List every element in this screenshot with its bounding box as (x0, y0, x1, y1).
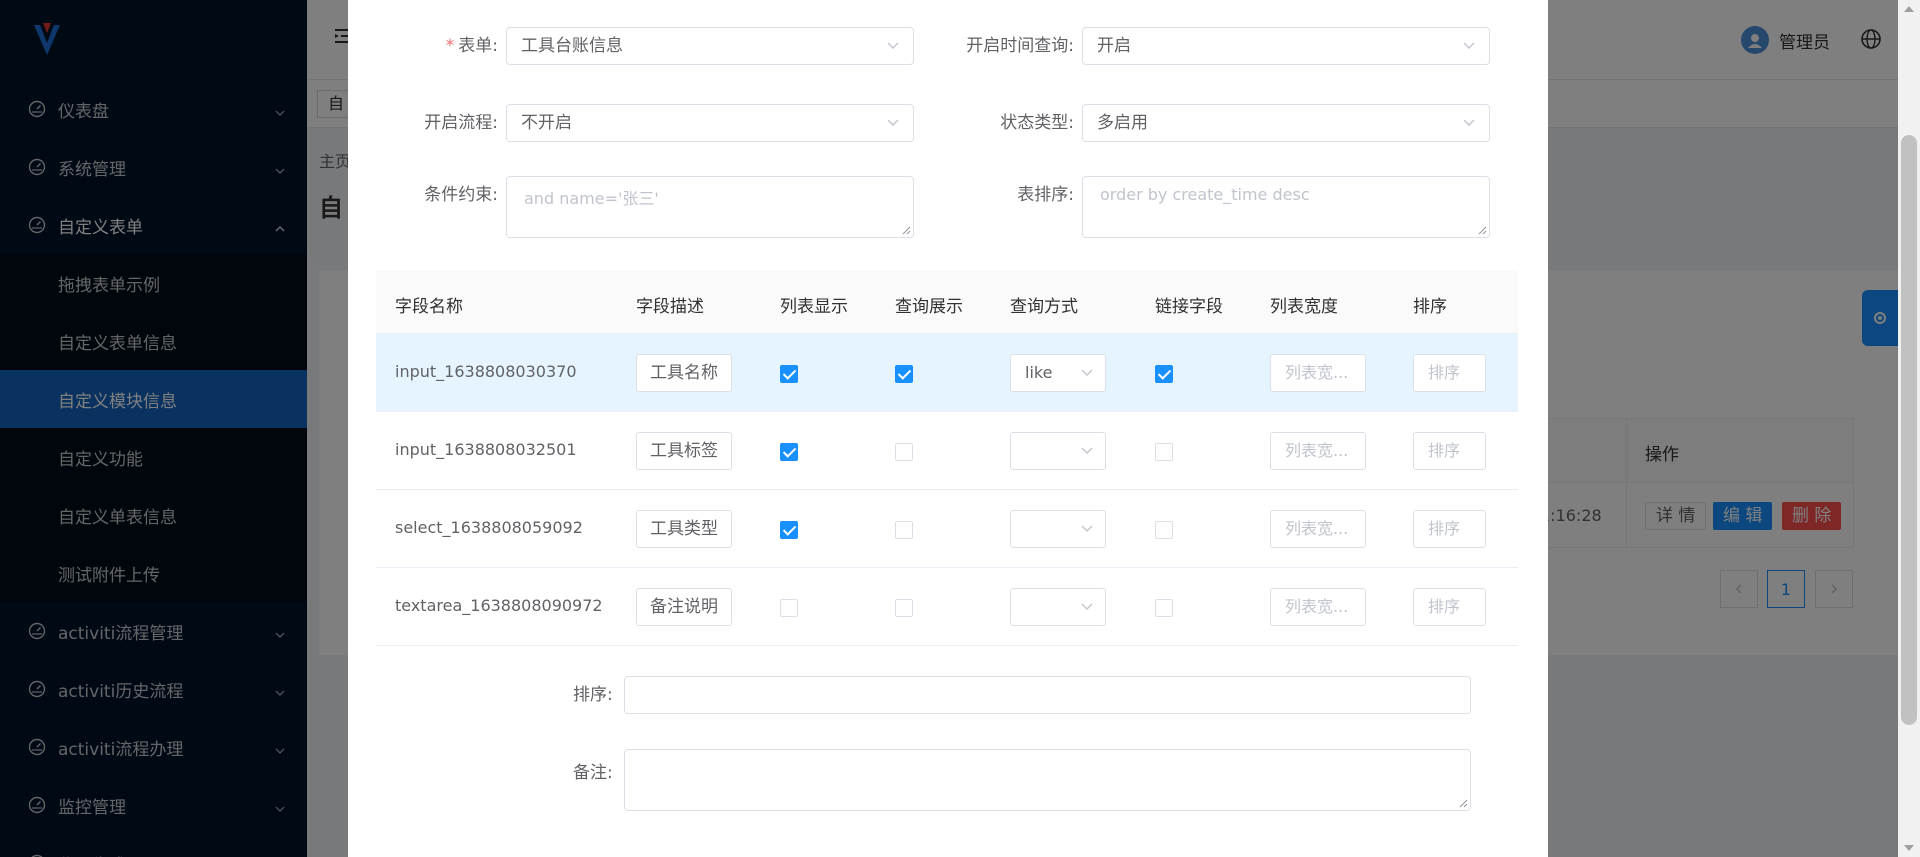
list-width-input[interactable]: 列表宽... (1270, 588, 1366, 626)
query-mode-select[interactable] (1010, 432, 1106, 470)
sort-input[interactable]: 排序 (1413, 588, 1486, 626)
query-show-checkbox[interactable] (895, 521, 913, 539)
condition-label: 条件约束: (424, 185, 498, 205)
sort-input[interactable]: 排序 (1413, 510, 1486, 548)
time-query-label: 开启时间查询: (966, 36, 1074, 56)
query-mode-select[interactable]: like (1010, 354, 1106, 392)
scroll-up-arrow[interactable] (1904, 6, 1914, 12)
required-mark: * (445, 36, 455, 56)
header-link-field: 链接字段 (1155, 297, 1223, 317)
link-field-checkbox[interactable] (1155, 599, 1173, 617)
field-desc-input[interactable]: 工具名称 (636, 354, 732, 392)
header-sort: 排序 (1413, 297, 1447, 317)
sort-input[interactable]: 排序 (1413, 432, 1486, 470)
chevron-down-icon (1463, 42, 1475, 49)
condition-textarea[interactable]: and name='张三' (506, 176, 914, 238)
query-show-checkbox[interactable] (895, 365, 913, 383)
link-field-checkbox[interactable] (1155, 443, 1173, 461)
status-type-row: 状态类型: 多启用 (922, 104, 1490, 142)
list-show-checkbox[interactable] (780, 521, 798, 539)
chevron-down-icon (1463, 119, 1475, 126)
page-scrollbar[interactable] (1898, 0, 1920, 857)
link-field-checkbox[interactable] (1155, 521, 1173, 539)
field-table-header: 字段名称 字段描述 列表显示 查询展示 查询方式 链接字段 列表宽度 排序 (376, 270, 1518, 334)
header-query-mode: 查询方式 (1010, 297, 1078, 317)
status-type-select[interactable]: 多启用 (1082, 104, 1490, 142)
list-width-input[interactable]: 列表宽... (1270, 432, 1366, 470)
header-list-width: 列表宽度 (1270, 297, 1338, 317)
table-row: textarea_1638808090972 备注说明 列表宽... 排序 (376, 568, 1518, 646)
order-label: 排序: (573, 685, 613, 705)
field-name: select_1638808059092 (395, 518, 583, 537)
resize-handle-icon[interactable] (901, 225, 911, 235)
header-query-show: 查询展示 (895, 297, 963, 317)
time-query-row: 开启时间查询: 开启 (922, 27, 1490, 65)
edit-dialog: * 表单: 工具台账信息 开启时间查询: 开启 开启流程: 不开启 状态类型: 多… (348, 0, 1548, 857)
flow-select[interactable]: 不开启 (506, 104, 914, 142)
table-row: input_1638808030370 工具名称 like 列表宽... 排序 (376, 334, 1518, 412)
field-desc-input[interactable]: 工具标签 (636, 432, 732, 470)
table-row: input_1638808032501 工具标签 列表宽... 排序 (376, 412, 1518, 490)
table-sort-row: 表排序: order by create_time desc (922, 176, 1490, 238)
table-sort-textarea[interactable]: order by create_time desc (1082, 176, 1490, 238)
form-select[interactable]: 工具台账信息 (506, 27, 914, 65)
remark-label: 备注: (573, 763, 613, 783)
scrollbar-thumb[interactable] (1901, 135, 1917, 725)
field-table: 字段名称 字段描述 列表显示 查询展示 查询方式 链接字段 列表宽度 排序 in… (376, 270, 1518, 646)
chevron-down-icon (887, 119, 899, 126)
form-field-row: * 表单: 工具台账信息 (348, 27, 914, 65)
query-mode-select[interactable] (1010, 510, 1106, 548)
chevron-down-icon (1081, 525, 1093, 532)
query-mode-select[interactable] (1010, 588, 1106, 626)
field-name: input_1638808030370 (395, 362, 577, 381)
resize-handle-icon[interactable] (1458, 798, 1468, 808)
scroll-down-arrow[interactable] (1904, 845, 1914, 851)
table-sort-label: 表排序: (1017, 185, 1074, 205)
order-input[interactable] (624, 676, 1471, 714)
query-show-checkbox[interactable] (895, 599, 913, 617)
table-row: select_1638808059092 工具类型 列表宽... 排序 (376, 490, 1518, 568)
time-query-select[interactable]: 开启 (1082, 27, 1490, 65)
chevron-down-icon (1081, 447, 1093, 454)
link-field-checkbox[interactable] (1155, 365, 1173, 383)
sort-input[interactable]: 排序 (1413, 354, 1486, 392)
chevron-down-icon (1081, 369, 1093, 376)
condition-row: 条件约束: and name='张三' (348, 176, 914, 238)
header-field-name: 字段名称 (395, 297, 463, 317)
chevron-down-icon (887, 42, 899, 49)
header-field-desc: 字段描述 (636, 297, 704, 317)
status-type-label: 状态类型: (1000, 113, 1074, 133)
list-show-checkbox[interactable] (780, 443, 798, 461)
field-name: textarea_1638808090972 (395, 596, 603, 615)
query-show-checkbox[interactable] (895, 443, 913, 461)
field-desc-input[interactable]: 工具类型 (636, 510, 732, 548)
header-list-show: 列表显示 (780, 297, 848, 317)
list-width-input[interactable]: 列表宽... (1270, 510, 1366, 548)
flow-row: 开启流程: 不开启 (348, 104, 914, 142)
list-show-checkbox[interactable] (780, 365, 798, 383)
list-show-checkbox[interactable] (780, 599, 798, 617)
field-name: input_1638808032501 (395, 440, 577, 459)
resize-handle-icon[interactable] (1477, 225, 1487, 235)
form-label: * 表单: (445, 36, 498, 56)
list-width-input[interactable]: 列表宽... (1270, 354, 1366, 392)
flow-label: 开启流程: (424, 113, 498, 133)
chevron-down-icon (1081, 603, 1093, 610)
field-desc-input[interactable]: 备注说明 (636, 588, 732, 626)
remark-textarea[interactable] (624, 749, 1471, 811)
